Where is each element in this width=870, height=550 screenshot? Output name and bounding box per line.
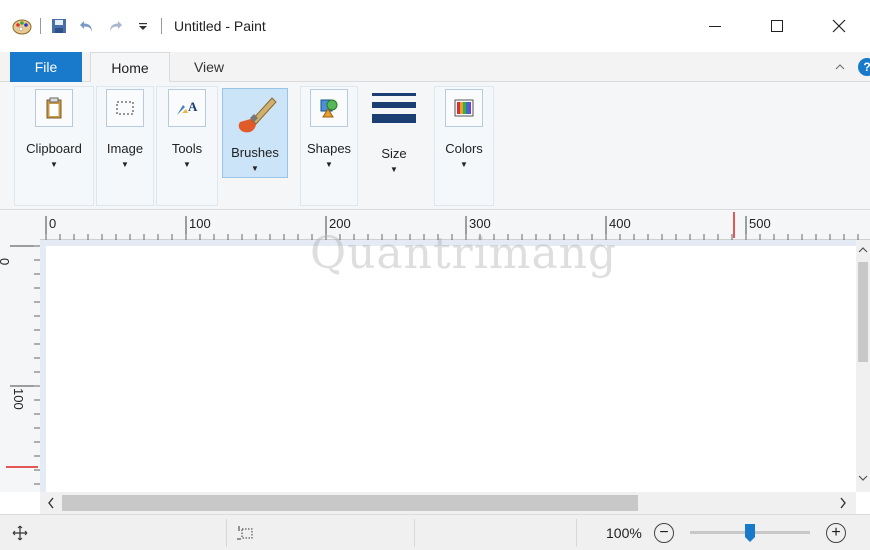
save-icon[interactable] xyxy=(49,16,69,36)
ruler-label: 0 xyxy=(49,216,57,231)
paint-app-icon[interactable] xyxy=(12,16,32,36)
colors-group: Colors ▼ xyxy=(434,86,494,206)
redo-icon[interactable] xyxy=(105,16,125,36)
status-bar: 100% − + xyxy=(0,514,870,550)
colors-button[interactable]: Colors ▼ xyxy=(435,89,493,177)
horizontal-scrollbar[interactable] xyxy=(40,492,856,514)
drawing-canvas[interactable] xyxy=(46,246,856,492)
window-controls xyxy=(684,0,870,52)
watermark-logo: Quantrimang xyxy=(310,228,618,279)
shapes-group: Shapes ▼ xyxy=(300,86,358,206)
title-separator xyxy=(161,18,162,34)
tab-home[interactable]: Home xyxy=(90,52,170,83)
tab-view[interactable]: View xyxy=(176,52,242,82)
status-divider xyxy=(226,519,227,547)
shapes-button[interactable]: Shapes ▼ xyxy=(301,89,357,177)
undo-icon[interactable] xyxy=(77,16,97,36)
help-icon[interactable]: ? xyxy=(858,58,870,76)
ruler-label: 100 xyxy=(189,216,211,231)
status-divider xyxy=(414,519,415,547)
colors-label: Colors xyxy=(445,141,483,156)
colors-dropdown-icon: ▼ xyxy=(460,160,468,169)
tools-dropdown-icon: ▼ xyxy=(183,160,191,169)
size-label: Size xyxy=(381,146,407,161)
zoom-slider-thumb[interactable] xyxy=(744,523,756,543)
ribbon-right-controls: ? xyxy=(834,52,870,82)
zoom-in-icon: + xyxy=(831,524,841,541)
close-icon xyxy=(832,19,846,33)
collapse-ribbon-icon[interactable] xyxy=(834,60,846,75)
title-bar: Untitled - Paint xyxy=(0,0,870,52)
vertical-ruler-ticks xyxy=(6,245,40,485)
qat-separator xyxy=(40,18,41,34)
zoom-level: 100% xyxy=(606,525,642,541)
window-title: Untitled - Paint xyxy=(174,18,266,34)
scroll-up-icon[interactable] xyxy=(856,244,870,256)
close-button[interactable] xyxy=(808,0,870,52)
svg-text:A: A xyxy=(188,99,198,114)
maximize-button[interactable] xyxy=(746,0,808,52)
clipboard-label: Clipboard xyxy=(26,141,82,156)
scroll-down-icon[interactable] xyxy=(856,472,870,484)
image-group: Image ▼ xyxy=(96,86,154,206)
ruler-label: 100 xyxy=(11,388,26,410)
vertical-scrollbar[interactable] xyxy=(856,240,870,492)
size-button[interactable]: Size ▼ xyxy=(366,88,422,176)
zoom-out-icon: − xyxy=(659,524,669,541)
colors-icon xyxy=(445,89,483,127)
horizontal-scroll-thumb[interactable] xyxy=(62,495,638,511)
tools-button[interactable]: A Tools ▼ xyxy=(157,89,217,177)
clipboard-group: Clipboard ▼ xyxy=(14,86,94,206)
image-label: Image xyxy=(106,141,144,156)
size-dropdown-icon: ▼ xyxy=(390,165,398,174)
ruler-label: 500 xyxy=(749,216,771,231)
tools-label: Tools xyxy=(171,141,203,156)
tab-file[interactable]: File xyxy=(10,52,82,82)
image-button[interactable]: Image ▼ xyxy=(97,89,153,177)
shapes-dropdown-icon: ▼ xyxy=(325,160,333,169)
size-icon xyxy=(369,88,419,128)
maximize-icon xyxy=(771,20,783,32)
minimize-button[interactable] xyxy=(684,0,746,52)
shapes-label: Shapes xyxy=(306,141,352,156)
image-dropdown-icon: ▼ xyxy=(121,160,129,169)
shapes-icon xyxy=(310,89,348,127)
zoom-out-button[interactable]: − xyxy=(654,523,674,543)
clipboard-dropdown-icon: ▼ xyxy=(50,160,58,169)
tools-icon: A xyxy=(168,89,206,127)
customize-qat-icon[interactable] xyxy=(133,16,153,36)
ribbon: Clipboard ▼ Image ▼ A Tools ▼ Brushes ▼ xyxy=(0,82,870,210)
scroll-left-icon[interactable] xyxy=(44,492,58,514)
zoom-in-button[interactable]: + xyxy=(826,523,846,543)
status-divider xyxy=(576,519,577,547)
clipboard-button[interactable]: Clipboard ▼ xyxy=(15,89,93,177)
scroll-right-icon[interactable] xyxy=(836,492,850,514)
brushes-button[interactable]: Brushes ▼ xyxy=(222,88,288,178)
ribbon-tabs: File Home View ? xyxy=(0,52,870,83)
tools-group: A Tools ▼ xyxy=(156,86,218,206)
vertical-ruler: 0 100 xyxy=(0,240,40,492)
ruler-label: 0 xyxy=(0,258,12,265)
quick-access-toolbar xyxy=(0,0,170,52)
selection-size-icon xyxy=(237,526,253,540)
vertical-scroll-thumb[interactable] xyxy=(858,262,868,362)
minimize-icon xyxy=(709,26,721,27)
brushes-dropdown-icon: ▼ xyxy=(251,164,259,173)
select-icon xyxy=(106,89,144,127)
cursor-position-icon xyxy=(12,525,28,541)
ruler-corner xyxy=(0,210,40,240)
clipboard-icon xyxy=(35,89,73,127)
brush-icon xyxy=(230,91,280,137)
brushes-label: Brushes xyxy=(231,145,279,160)
